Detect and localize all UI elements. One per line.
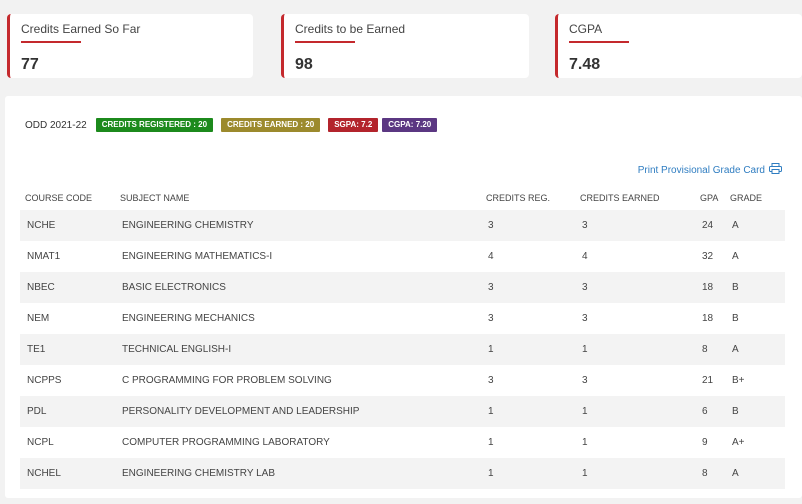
credits-earned: 3 xyxy=(575,272,695,303)
subject-name: ENGINEERING MECHANICS xyxy=(115,303,481,334)
credits-reg: 3 xyxy=(481,210,575,241)
credits-reg: 3 xyxy=(481,365,575,396)
card-value: 98 xyxy=(295,56,313,73)
credits-reg: 1 xyxy=(481,427,575,458)
gpa: 32 xyxy=(695,241,725,272)
subject-name: ENGINEERING MATHEMATICS-I xyxy=(115,241,481,272)
sgpa-badge: SGPA: 7.2 xyxy=(328,118,379,132)
card-label: Credits to be Earned xyxy=(295,22,406,36)
card-value: 77 xyxy=(21,56,39,73)
grade: A xyxy=(725,334,785,365)
print-grade-card-link[interactable]: Print Provisional Grade Card xyxy=(638,163,782,177)
table-row: NCHE ENGINEERING CHEMISTRY 3 3 24 A xyxy=(20,210,785,241)
grade: B xyxy=(725,396,785,427)
gpa: 18 xyxy=(695,303,725,334)
gpa: 18 xyxy=(695,272,725,303)
gpa: 6 xyxy=(695,396,725,427)
credits-reg: 4 xyxy=(481,241,575,272)
header-credits-earned: CREDITS EARNED xyxy=(580,193,660,203)
credits-earned: 4 xyxy=(575,241,695,272)
course-code: NCPPS xyxy=(20,365,115,396)
table-row: NMAT1 ENGINEERING MATHEMATICS-I 4 4 32 A xyxy=(20,241,785,272)
cgpa-badge: CGPA: 7.20 xyxy=(382,118,438,132)
course-code: TE1 xyxy=(20,334,115,365)
card-credits-earned: Credits Earned So Far 77 xyxy=(7,14,253,78)
subject-name: PERSONALITY DEVELOPMENT AND LEADERSHIP xyxy=(115,396,481,427)
table-row: NCPPS C PROGRAMMING FOR PROBLEM SOLVING … xyxy=(20,365,785,396)
header-credits-reg: CREDITS REG. xyxy=(486,193,551,203)
card-underline xyxy=(295,41,355,43)
card-underline xyxy=(21,41,81,43)
credits-reg: 1 xyxy=(481,396,575,427)
header-course-code: COURSE CODE xyxy=(25,193,93,203)
card-credits-to-be-earned: Credits to be Earned 98 xyxy=(281,14,529,78)
print-link-label: Print Provisional Grade Card xyxy=(637,164,765,176)
credits-earned: 3 xyxy=(575,365,695,396)
credits-registered-badge: CREDITS REGISTERED : 20 xyxy=(95,118,214,132)
credits-earned: 3 xyxy=(575,210,695,241)
card-label: Credits Earned So Far xyxy=(21,22,141,36)
gpa: 21 xyxy=(695,365,725,396)
table-row: PDL PERSONALITY DEVELOPMENT AND LEADERSH… xyxy=(20,396,785,427)
printer-icon xyxy=(769,163,782,177)
subject-name: TECHNICAL ENGLISH-I xyxy=(115,334,481,365)
course-code: PDL xyxy=(20,396,115,427)
grade: A+ xyxy=(725,427,785,458)
subject-name: C PROGRAMMING FOR PROBLEM SOLVING xyxy=(115,365,481,396)
credits-earned: 1 xyxy=(575,334,695,365)
course-code: NMAT1 xyxy=(20,241,115,272)
table-header-row: COURSE CODE SUBJECT NAME CREDITS REG. CR… xyxy=(20,186,785,210)
gpa: 24 xyxy=(695,210,725,241)
credits-reg: 3 xyxy=(481,272,575,303)
semester-label: ODD 2021-22 xyxy=(25,119,87,131)
card-label: CGPA xyxy=(569,22,603,36)
credits-earned: 1 xyxy=(575,396,695,427)
subject-name: ENGINEERING CHEMISTRY xyxy=(115,210,481,241)
gpa: 8 xyxy=(695,334,725,365)
course-code: NCPL xyxy=(20,427,115,458)
table-row: NEM ENGINEERING MECHANICS 3 3 18 B xyxy=(20,303,785,334)
card-cgpa: CGPA 7.48 xyxy=(555,14,802,78)
semester-summary: ODD 2021-22 CREDITS REGISTERED : 20 CRED… xyxy=(25,118,445,132)
credits-reg: 3 xyxy=(481,303,575,334)
credits-earned-badge: CREDITS EARNED : 20 xyxy=(221,118,321,132)
grade: B xyxy=(725,272,785,303)
credits-reg: 1 xyxy=(481,458,575,489)
credits-reg: 1 xyxy=(481,334,575,365)
grade: A xyxy=(725,458,785,489)
course-code: NCHE xyxy=(20,210,115,241)
subject-name: COMPUTER PROGRAMMING LABORATORY xyxy=(115,427,481,458)
header-grade: GRADE xyxy=(730,193,763,203)
table-row: NBEC BASIC ELECTRONICS 3 3 18 B xyxy=(20,272,785,303)
grade: A xyxy=(725,210,785,241)
grade: B xyxy=(725,303,785,334)
header-gpa: GPA xyxy=(700,193,719,203)
card-value: 7.48 xyxy=(569,56,601,73)
course-code: NEM xyxy=(20,303,115,334)
semester-panel: ODD 2021-22 CREDITS REGISTERED : 20 CRED… xyxy=(5,96,802,498)
gpa: 9 xyxy=(695,427,725,458)
card-underline xyxy=(569,41,629,43)
subject-name: ENGINEERING CHEMISTRY LAB xyxy=(115,458,481,489)
header-subject-name: SUBJECT NAME xyxy=(120,193,190,203)
credits-earned: 1 xyxy=(575,427,695,458)
course-code: NBEC xyxy=(20,272,115,303)
grade-table: COURSE CODE SUBJECT NAME CREDITS REG. CR… xyxy=(20,186,785,489)
course-code: NCHEL xyxy=(20,458,115,489)
grade: B+ xyxy=(725,365,785,396)
table-row: TE1 TECHNICAL ENGLISH-I 1 1 8 A xyxy=(20,334,785,365)
table-row: NCHEL ENGINEERING CHEMISTRY LAB 1 1 8 A xyxy=(20,458,785,489)
subject-name: BASIC ELECTRONICS xyxy=(115,272,481,303)
credits-earned: 3 xyxy=(575,303,695,334)
grade: A xyxy=(725,241,785,272)
credits-earned: 1 xyxy=(575,458,695,489)
gpa: 8 xyxy=(695,458,725,489)
table-row: NCPL COMPUTER PROGRAMMING LABORATORY 1 1… xyxy=(20,427,785,458)
